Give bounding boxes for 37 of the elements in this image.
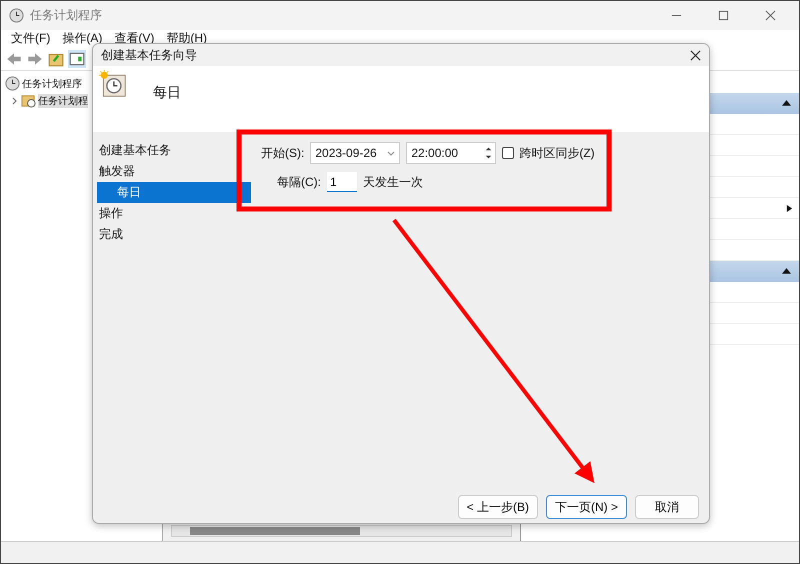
wizard-step[interactable]: 操作 xyxy=(93,203,251,224)
collapse-caret-icon[interactable] xyxy=(11,96,19,104)
wizard-step[interactable]: 完成 xyxy=(93,224,251,245)
checkbox-label[interactable]: 跨时区同步(Z) xyxy=(519,144,595,162)
clock-icon xyxy=(5,76,20,91)
folder-clock-icon xyxy=(21,93,36,108)
tree-item[interactable]: 任务计划程序 xyxy=(22,76,82,90)
menu-item[interactable]: 文件(F) xyxy=(11,30,50,46)
field-label: 开始(S): xyxy=(261,144,304,162)
tree-item[interactable]: 任务计划程 xyxy=(38,94,88,108)
wizard-button[interactable]: 取消 xyxy=(635,495,699,519)
wizard-step[interactable]: 触发器 xyxy=(93,161,251,182)
submenu-arrow-icon[interactable] xyxy=(786,204,793,212)
field-suffix: 天发生一次 xyxy=(363,174,423,190)
window-title: 任务计划程序 xyxy=(30,7,102,24)
checkbox[interactable] xyxy=(502,147,514,159)
input-field[interactable]: 1 xyxy=(327,172,357,192)
time-spinner[interactable]: 22:00:00 xyxy=(406,142,496,164)
collapse-icon[interactable] xyxy=(782,99,791,108)
close-icon[interactable] xyxy=(690,50,701,60)
page-heading: 每日 xyxy=(153,84,181,102)
collapse-icon[interactable] xyxy=(782,267,791,276)
calendar-clock-icon xyxy=(99,70,127,98)
dialog-title: 创建基本任务向导 xyxy=(101,46,197,64)
date-picker[interactable]: 2023-09-26 xyxy=(310,142,400,164)
wizard-step[interactable]: 每日 xyxy=(97,182,251,203)
close-icon[interactable] xyxy=(765,10,776,21)
scrollbar-thumb[interactable] xyxy=(190,527,360,535)
wizard-step[interactable]: 创建基本任务 xyxy=(93,140,251,161)
field-label: 每隔(C): xyxy=(277,174,321,190)
panel-icon[interactable] xyxy=(68,50,86,68)
dropdown-icon[interactable] xyxy=(387,149,396,157)
menu-item[interactable]: 操作(A) xyxy=(62,30,102,46)
wizard-button[interactable]: 下一页(N) > xyxy=(546,495,627,519)
wizard-button[interactable]: < 上一步(B) xyxy=(458,495,538,519)
maximize-icon[interactable] xyxy=(718,10,729,21)
clock-icon xyxy=(9,8,24,23)
